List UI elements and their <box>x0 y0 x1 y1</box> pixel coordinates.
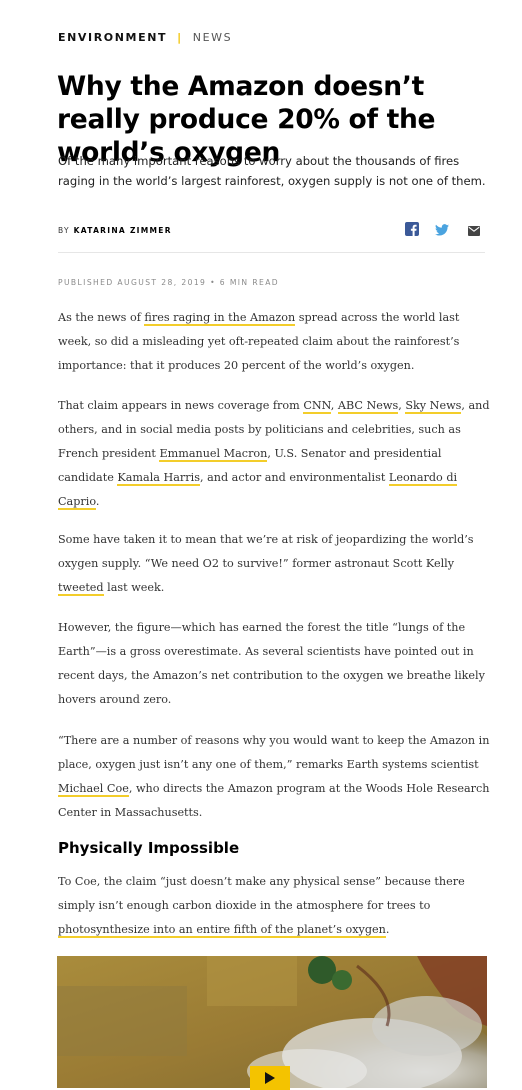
inline-link[interactable]: tweeted <box>58 581 104 596</box>
video-play-button[interactable] <box>250 1066 290 1090</box>
facebook-share-button[interactable] <box>403 221 421 239</box>
content-type-label: NEWS <box>192 31 233 44</box>
body-paragraph: As the news of fires raging in the Amazo… <box>58 311 460 372</box>
inline-link[interactable]: CNN <box>303 399 331 414</box>
body-paragraph: That claim appears in news coverage from… <box>58 399 490 510</box>
body-paragraph: Some have taken it to mean that we’re at… <box>58 533 474 596</box>
inline-link[interactable]: Sky News <box>405 399 462 414</box>
kicker: ENVIRONMENT | NEWS <box>58 31 232 44</box>
kicker-separator: | <box>177 31 183 44</box>
inline-link[interactable]: fires raging in the Amazon <box>144 311 296 326</box>
email-share-button[interactable] <box>465 221 483 239</box>
article-dek: Of the many important reasons to worry a… <box>58 154 486 188</box>
facebook-icon <box>405 221 419 240</box>
inline-link[interactable]: Michael Coe <box>58 782 129 797</box>
publish-date: PUBLISHED AUGUST 28, 2019 • 6 MIN READ <box>58 278 280 287</box>
author-link[interactable]: KATARINA ZIMMER <box>74 226 172 235</box>
twitter-icon <box>435 221 449 240</box>
email-icon <box>468 221 480 240</box>
byline: BY KATARINA ZIMMER <box>58 226 172 235</box>
category-link[interactable]: ENVIRONMENT <box>58 31 167 44</box>
inline-link[interactable]: Emmanuel Macron <box>159 447 268 462</box>
play-icon <box>265 1069 275 1088</box>
twitter-share-button[interactable] <box>433 221 451 239</box>
byline-divider <box>58 252 485 253</box>
inline-link[interactable]: ABC News <box>337 399 399 414</box>
inline-link[interactable]: Kamala Harris <box>117 471 200 486</box>
section-heading: Physically Impossible <box>58 839 240 857</box>
article-page: ENVIRONMENT | NEWS Why the Amazon doesn’… <box>0 0 522 1090</box>
byline-prefix: BY <box>58 226 70 235</box>
body-paragraph: “There are a number of reasons why you w… <box>58 734 490 819</box>
body-paragraph: To Coe, the claim “just doesn’t make any… <box>58 875 465 938</box>
inline-link[interactable]: photosynthesize into an entire fifth of … <box>58 923 386 938</box>
body-paragraph: However, the figure—which has earned the… <box>58 621 485 706</box>
